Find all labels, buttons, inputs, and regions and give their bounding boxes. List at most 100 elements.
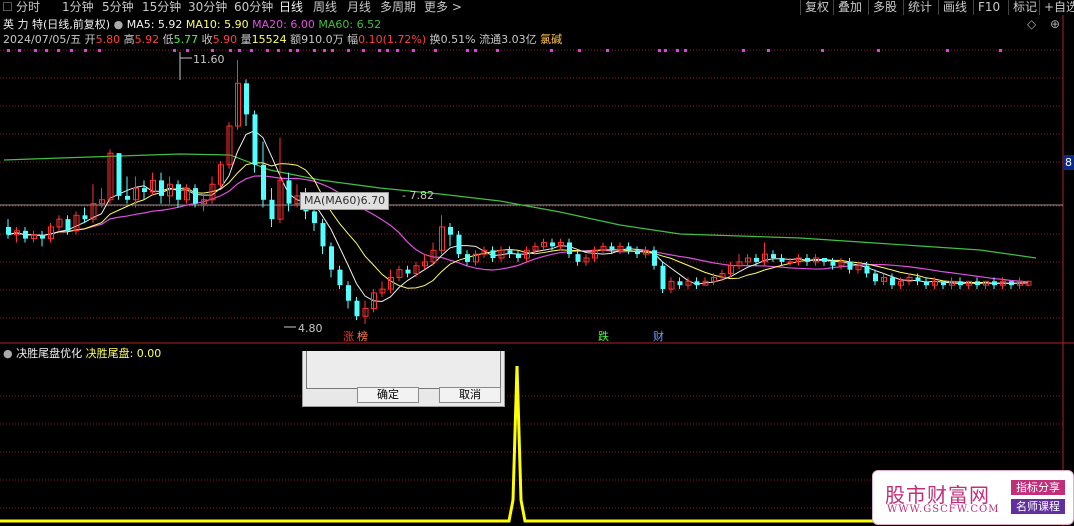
candle-body: [575, 254, 581, 262]
param-dialog: 确定 取消: [302, 351, 505, 407]
event-dot: [173, 49, 176, 52]
candle-body: [694, 281, 700, 286]
candle-body: [864, 265, 870, 274]
candle-body: [125, 195, 130, 200]
kline-chart[interactable]: [0, 0, 1074, 526]
watermark-logo: 股市财富网 WWW.GSCFW.COM 指标分享 名师课程: [872, 470, 1074, 525]
candle-body: [567, 242, 572, 255]
event-dot: [999, 49, 1002, 52]
chart-grid: [0, 15, 1074, 526]
marker-dragon-list[interactable]: 榜: [356, 330, 369, 344]
event-dot: [296, 49, 299, 52]
candle-body: [677, 281, 683, 286]
candle-body: [116, 153, 122, 196]
candle-body: [40, 234, 45, 239]
event-dot: [466, 49, 469, 52]
event-dot: [98, 49, 101, 52]
candle-body: [516, 254, 521, 258]
candle-body: [193, 188, 198, 204]
event-dot: [378, 49, 381, 52]
candle-body: [329, 246, 334, 270]
candle-body: [822, 258, 827, 262]
event-dot: [211, 49, 214, 52]
candle-body: [847, 261, 853, 270]
event-dot: [34, 49, 37, 52]
high-price-label: 11.60: [193, 53, 225, 66]
candle-body: [244, 83, 249, 115]
right-axis-price-marker: 8: [1063, 155, 1074, 170]
marker-limit-down[interactable]: 跌: [597, 330, 610, 344]
candlesticks: [6, 60, 1032, 324]
candle-body: [252, 114, 258, 165]
event-dot: [877, 49, 880, 52]
candle-body: [754, 258, 759, 262]
candle-body: [915, 277, 921, 282]
indicator-name[interactable]: 决胜尾盘优化: [16, 347, 82, 360]
candle-body: [6, 226, 11, 235]
ma-tooltip: MA(MA60)6.70: [300, 192, 390, 210]
candle-body: [652, 250, 657, 266]
candle-body: [269, 199, 275, 220]
candle-body: [456, 234, 462, 255]
candle-body: [320, 223, 326, 247]
candle-body: [635, 250, 640, 255]
candle-body: [82, 215, 88, 220]
event-dot: [474, 49, 477, 52]
ok-button[interactable]: 确定: [357, 387, 419, 403]
candle-body: [23, 230, 28, 239]
cancel-button[interactable]: 取消: [439, 387, 501, 403]
candle-body: [465, 254, 470, 262]
candle-body: [609, 246, 615, 251]
ma-tooltip-name: MA(MA60): [304, 194, 361, 207]
candle-body: [771, 254, 776, 258]
event-dot: [946, 49, 949, 52]
candle-body: [890, 277, 895, 286]
marker-limit-up[interactable]: 涨: [342, 330, 355, 344]
event-dot: [578, 49, 581, 52]
candle-body: [830, 261, 836, 266]
event-dot: [289, 49, 292, 52]
candle-body: [941, 281, 946, 286]
marker-finance[interactable]: 财: [652, 330, 665, 344]
candle-body: [550, 242, 555, 247]
watermark-tag-indicator: 指标分享: [1011, 480, 1065, 495]
event-dot: [266, 49, 269, 52]
candle-body: [405, 269, 411, 274]
candle-body: [354, 300, 360, 317]
event-dot: [664, 49, 667, 52]
candle-body: [337, 269, 343, 286]
candle-body: [261, 164, 266, 200]
candle-body: [1009, 281, 1014, 286]
candle-body: [805, 258, 810, 262]
indicator-settings-icon[interactable]: ●: [3, 347, 13, 360]
candle-body: [286, 180, 292, 204]
candle-body: [660, 265, 666, 290]
ma-tooltip-value: 6.70: [360, 194, 386, 207]
event-dot: [313, 49, 316, 52]
event-dot: [323, 49, 326, 52]
event-dot: [229, 49, 232, 52]
event-dot: [250, 49, 253, 52]
event-dot: [676, 49, 679, 52]
watermark-tag-course: 名师课程: [1011, 499, 1065, 514]
event-dot: [496, 49, 499, 52]
candle-body: [992, 281, 997, 286]
param-dialog-body: [306, 351, 501, 389]
candle-body: [159, 180, 164, 196]
candle-body: [958, 281, 963, 286]
candle-body: [346, 285, 351, 301]
event-dot: [57, 49, 60, 52]
event-dot: [742, 49, 745, 52]
candle-body: [873, 273, 878, 282]
indicator-value: 决胜尾盘: 0.00: [85, 347, 162, 360]
event-dot: [186, 49, 189, 52]
event-dot: [386, 49, 389, 52]
indicator-header: ● 决胜尾盘优化 决胜尾盘: 0.00: [3, 347, 161, 360]
event-dot: [331, 49, 334, 52]
candle-body: [507, 250, 513, 255]
event-dot: [412, 49, 415, 52]
event-dot: [658, 49, 661, 52]
event-dot: [434, 49, 437, 52]
crosshair-price-value: 7.82: [409, 189, 434, 202]
event-dot: [362, 49, 365, 52]
